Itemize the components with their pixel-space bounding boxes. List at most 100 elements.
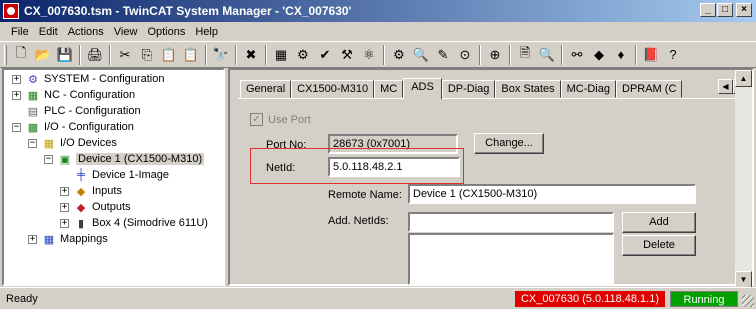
tab-dp-diag[interactable]: DP-Diag	[441, 80, 496, 98]
io-icon[interactable]: ♦	[610, 44, 632, 66]
app-icon[interactable]	[3, 3, 19, 19]
online-icon[interactable]: ◆	[588, 44, 610, 66]
menu-options[interactable]: Options	[142, 26, 190, 38]
preview-icon[interactable]: 🗎	[514, 44, 536, 66]
tree-item-label: I/O - Configuration	[44, 121, 134, 133]
tree-item[interactable]: − ▦ I/O Devices	[28, 135, 117, 151]
tree-expander[interactable]: −	[12, 122, 21, 132]
tree-expander[interactable]: +	[12, 74, 21, 84]
book-icon[interactable]: 📕	[640, 44, 662, 66]
use-port-checkbox[interactable]: ✓	[250, 113, 263, 126]
delete-button[interactable]: Delete	[622, 235, 696, 256]
resize-grip[interactable]	[742, 295, 754, 307]
menu-view[interactable]: View	[109, 26, 143, 38]
menu-help[interactable]: Help	[190, 26, 223, 38]
tree-item-label: Device 1 (CX1500-M310)	[76, 153, 205, 165]
io-config-icon: ▩	[27, 121, 39, 134]
tab-ads[interactable]: ADS	[403, 78, 442, 99]
window-title: CX_007630.tsm - TwinCAT System Manager -…	[24, 4, 352, 18]
open-icon[interactable]: 📂	[32, 44, 54, 66]
toolbar-separator	[509, 44, 511, 65]
cut-icon[interactable]: ✂	[114, 44, 136, 66]
tree-item[interactable]: + ▦ Mappings	[28, 231, 108, 247]
paste-special-icon[interactable]: 📋	[180, 44, 202, 66]
find-icon[interactable]: 🔭	[210, 44, 232, 66]
tree-item-label: Inputs	[92, 185, 122, 197]
maximize-button[interactable]: □	[717, 3, 733, 17]
save-icon[interactable]: 💾	[54, 44, 76, 66]
tree-item[interactable]: + ▮ Box 4 (Simodrive 611U)	[60, 215, 208, 231]
target-icon[interactable]: ⊙	[454, 44, 476, 66]
tab-mc-diag[interactable]: MC-Diag	[560, 80, 616, 98]
config-mode-icon[interactable]: ⚛	[358, 44, 380, 66]
menu-actions[interactable]: Actions	[63, 26, 109, 38]
print-icon[interactable]: 🖨	[84, 44, 106, 66]
toolbar-separator	[635, 44, 637, 65]
tab-dpram-c[interactable]: DPRAM (C	[616, 80, 683, 98]
tree-item[interactable]: − ▩ I/O - Configuration	[12, 119, 134, 135]
box-icon: ▮	[77, 217, 85, 230]
scan-icon[interactable]: 🔍	[410, 44, 432, 66]
netids-list[interactable]	[408, 233, 614, 285]
tree-expander[interactable]: −	[44, 154, 53, 164]
help-icon[interactable]: ?	[662, 44, 684, 66]
tree-item[interactable]: + ◆ Outputs	[60, 199, 131, 215]
ads-tab-panel: ✓ Use Port Port No: 28673 (0x7001) Chang…	[238, 98, 742, 286]
tree-expander[interactable]: +	[12, 90, 21, 100]
wand-icon[interactable]: ✎	[432, 44, 454, 66]
new-icon[interactable]: 🗋	[10, 44, 32, 66]
change-button[interactable]: Change...	[474, 133, 544, 154]
io-devices-icon: ▦	[43, 137, 55, 150]
run-state[interactable]: Running	[670, 291, 738, 307]
tree-item[interactable]: ▤ PLC - Configuration	[12, 103, 141, 119]
use-port-checkbox-row: ✓ Use Port	[250, 113, 311, 126]
menu-edit[interactable]: Edit	[34, 26, 63, 38]
tree-item-label: Mappings	[60, 233, 108, 245]
toolbar-separator	[561, 44, 563, 65]
tree-item[interactable]: ╪ Device 1-Image	[60, 167, 169, 183]
add-netids-field[interactable]	[408, 212, 614, 232]
tab-general[interactable]: General	[240, 80, 292, 98]
tree-item[interactable]: + ⚙ SYSTEM - Configuration	[12, 71, 164, 87]
glasses-icon[interactable]: ⚯	[566, 44, 588, 66]
tab-box-states[interactable]: Box States	[495, 80, 561, 98]
tree-item[interactable]: − ▣ Device 1 (CX1500-M310)	[44, 151, 205, 167]
tree-expander[interactable]: −	[28, 138, 37, 148]
status-bar: Ready CX_007630 (5.0.118.48.1.1) Running	[0, 287, 756, 309]
netid-highlight	[250, 148, 464, 184]
tree-expander[interactable]: +	[60, 186, 69, 196]
remote-name-field[interactable]: Device 1 (CX1500-M310)	[408, 184, 696, 204]
tree-expander[interactable]: +	[28, 234, 37, 244]
close-button[interactable]: ×	[736, 3, 752, 17]
tab-mc[interactable]: MC	[374, 80, 404, 98]
copy-icon[interactable]: ⎘	[136, 44, 158, 66]
tree-item-label: Device 1-Image	[92, 169, 170, 181]
scroll-up-button[interactable]: ▲	[735, 70, 752, 87]
tab-scroll-left-button[interactable]: ◀	[718, 79, 733, 94]
tree-expander[interactable]: +	[60, 218, 69, 228]
title-bar: CX_007630.tsm - TwinCAT System Manager -…	[0, 0, 756, 22]
tree-item[interactable]: + ▦ NC - Configuration	[12, 87, 135, 103]
tab-cx1500-m310[interactable]: CX1500-M310	[291, 80, 375, 98]
toolbar: 🗋 📂 💾 🖨 ✂ ⎘ 📋 📋 🔭 ✖ ▦ ⚙ ✔ ⚒ ⚛ ⚙ 🔍 ✎ ⊙ ⊕ 🗎 🔍 ⚯ ◆ ♦ 📕?	[0, 41, 756, 68]
paste-icon[interactable]: 📋	[158, 44, 180, 66]
tree-expander[interactable]: +	[60, 202, 69, 212]
add-button[interactable]: Add	[622, 212, 696, 233]
generate-mappings-icon[interactable]: ⚙	[292, 44, 314, 66]
add-icon[interactable]: ⊕	[484, 44, 506, 66]
delete-icon[interactable]: ✖	[240, 44, 262, 66]
toolbar-grip[interactable]	[4, 44, 7, 65]
find-doc-icon[interactable]: 🔍	[536, 44, 558, 66]
config-tree[interactable]: + ⚙ SYSTEM - Configuration + ▦ NC - Configura…	[2, 68, 225, 286]
activate-icon[interactable]: ▦	[270, 44, 292, 66]
scroll-down-button[interactable]: ▼	[735, 271, 752, 288]
minimize-button[interactable]: _	[700, 3, 716, 17]
run-mode-icon[interactable]: ⚙	[388, 44, 410, 66]
tree-item[interactable]: + ◆ Inputs	[60, 183, 122, 199]
check-icon[interactable]: ✔	[314, 44, 336, 66]
vertical-scrollbar[interactable]: ▲ ▼	[735, 70, 752, 288]
inputs-icon: ◆	[76, 185, 86, 198]
target-status[interactable]: CX_007630 (5.0.118.48.1.1)	[515, 291, 665, 307]
menu-file[interactable]: File	[6, 26, 34, 38]
build-icon[interactable]: ⚒	[336, 44, 358, 66]
